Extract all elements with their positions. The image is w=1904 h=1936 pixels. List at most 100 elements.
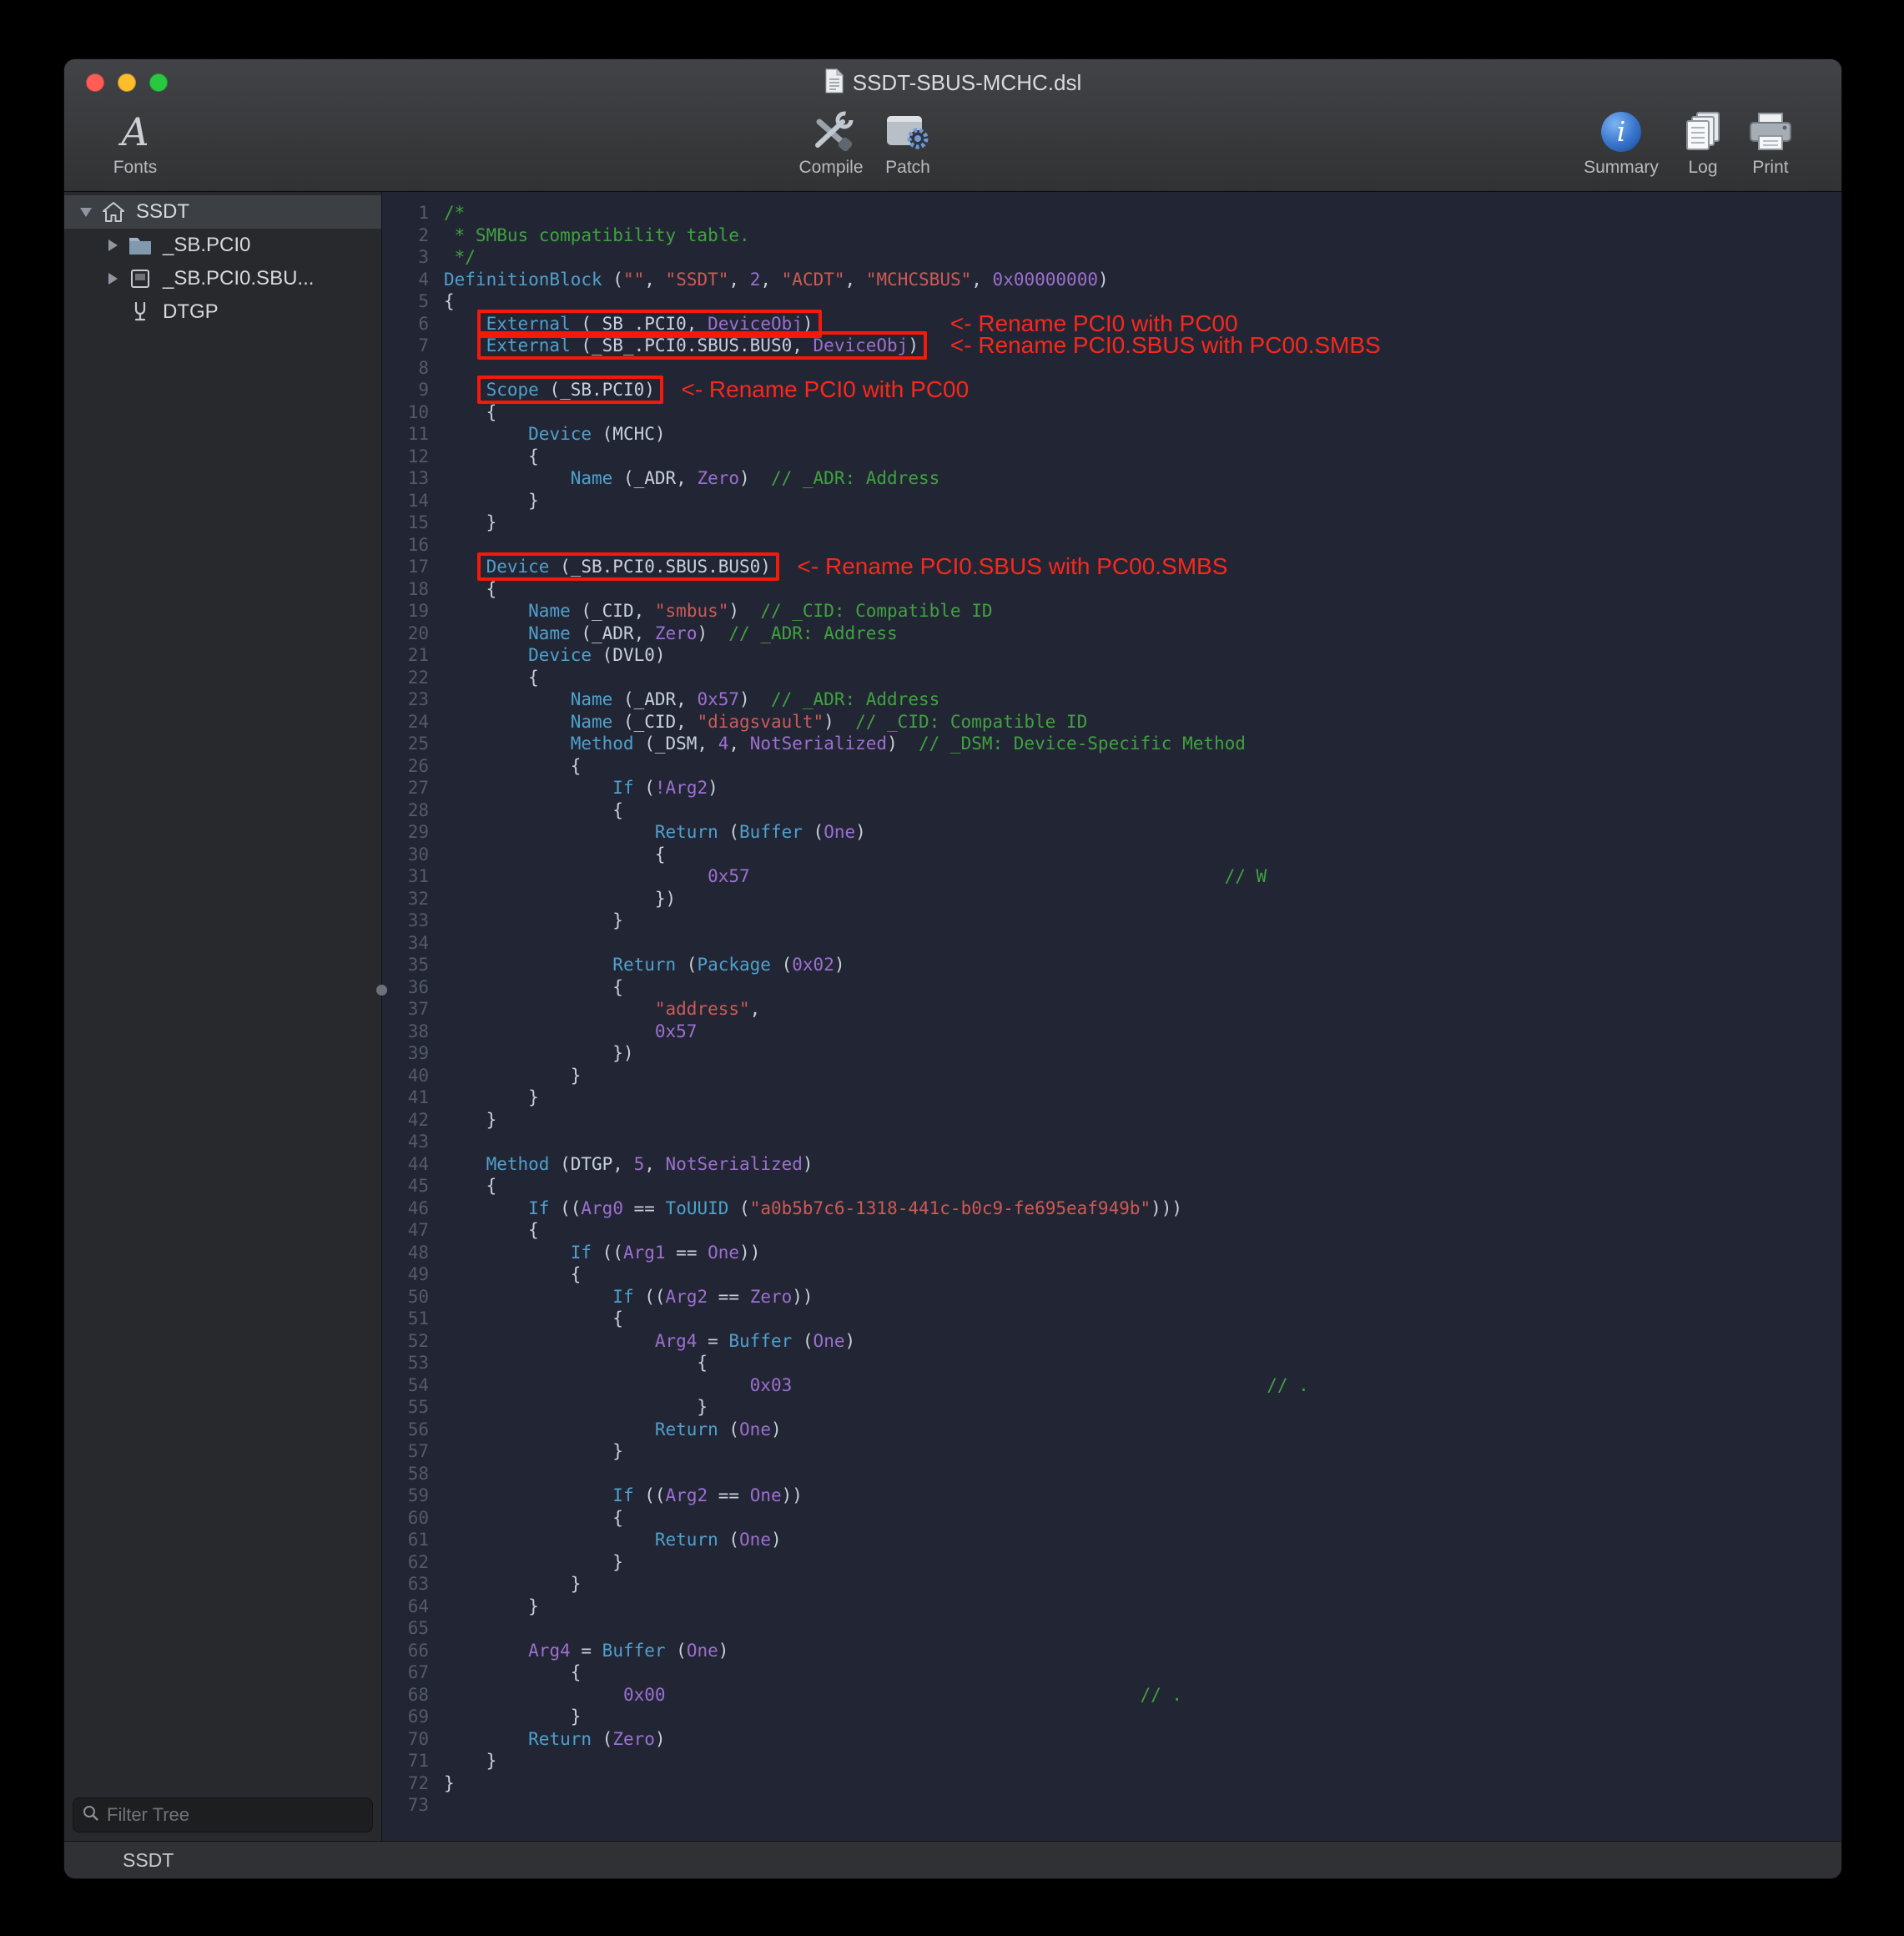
code-line: 54 0x03 // . [382,1374,1841,1397]
line-number: 47 [382,1219,429,1242]
disclosure-triangle[interactable] [101,262,124,295]
sidebar-item-ssdt[interactable]: SSDT [64,195,381,229]
code-line: 67 { [382,1661,1841,1684]
code-line: 63 } [382,1573,1841,1596]
line-number: 18 [382,578,429,601]
toolbar: A Fonts Compile [64,106,1841,191]
line-number: 29 [382,821,429,844]
code-line: 65 [382,1617,1841,1640]
method-icon [124,301,156,323]
code-line: 23 Name (_ADR, 0x57) // _ADR: Address [382,688,1841,711]
disclosure-triangle [101,295,124,329]
filter-tree-field[interactable]: Filter Tree [73,1797,373,1833]
line-number: 33 [382,910,429,932]
log-label: Log [1688,158,1717,178]
line-number: 2 [382,224,429,247]
line-number: 56 [382,1419,429,1441]
folder-icon [124,235,156,255]
line-number: 10 [382,401,429,424]
summary-label: Summary [1584,158,1659,178]
line-number: 3 [382,246,429,269]
line-number: 39 [382,1042,429,1065]
sidebar-item-sb-pci0-sbu[interactable]: _SB.PCI0.SBU... [64,262,381,295]
patch-button[interactable]: Patch [862,108,954,178]
line-number: 51 [382,1308,429,1330]
close-button[interactable] [86,73,104,92]
line-number: 20 [382,623,429,645]
line-number: 59 [382,1485,429,1507]
line-number: 73 [382,1794,429,1817]
summary-info-icon: i [1599,108,1644,156]
code-line: 64 } [382,1596,1841,1618]
code-line: 10 { [382,401,1841,424]
code-line: 55 } [382,1396,1841,1419]
line-number: 49 [382,1263,429,1286]
line-number: 35 [382,954,429,976]
code-line: 9 Scope (_SB.PCI0) [382,379,1841,401]
line-number: 52 [382,1330,429,1353]
code-editor[interactable]: 1/*2 * SMBus compatibility table.3 */4De… [382,192,1841,1841]
line-number: 22 [382,667,429,689]
disclosure-triangle[interactable] [74,195,98,229]
code-line: 4DefinitionBlock ("", "SSDT", 2, "ACDT",… [382,269,1841,291]
titlebar[interactable]: SSDT-SBUS-MCHC.dsl [64,59,1841,106]
line-number: 21 [382,644,429,667]
search-icon [82,1804,100,1827]
house-icon [98,200,129,224]
line-number: 28 [382,799,429,822]
svg-text:i: i [1617,115,1626,148]
sidebar-item-label: SSDT [136,200,189,224]
line-number: 37 [382,998,429,1021]
line-number: 38 [382,1021,429,1043]
code-line: 52 Arg4 = Buffer (One) [382,1330,1841,1353]
minimize-button[interactable] [118,73,136,92]
print-printer-icon [1746,108,1795,156]
code-line: 36 { [382,976,1841,999]
line-number: 36 [382,976,429,999]
code-line: 29 Return (Buffer (One) [382,821,1841,844]
fonts-button[interactable]: A Fonts [89,108,181,178]
line-number: 27 [382,777,429,799]
patch-window-gear-icon [884,108,931,156]
line-number: 58 [382,1463,429,1485]
title-group: SSDT-SBUS-MCHC.dsl [824,68,1081,98]
device-icon [124,268,156,290]
line-number: 4 [382,269,429,291]
zoom-button[interactable] [149,73,168,92]
line-number: 64 [382,1596,429,1618]
line-number: 24 [382,711,429,734]
line-number: 13 [382,467,429,490]
line-number: 69 [382,1706,429,1728]
code-line: 56 Return (One) [382,1419,1841,1441]
code-line: 27 If (!Arg2) [382,777,1841,799]
line-number: 68 [382,1684,429,1707]
sidebar-item-dtgp[interactable]: DTGP [64,295,381,329]
line-number: 57 [382,1440,429,1463]
code-line: 72} [382,1772,1841,1795]
sidebar-item-sb-pci0[interactable]: _SB.PCI0 [64,229,381,262]
line-number: 5 [382,290,429,313]
filter-placeholder: Filter Tree [107,1804,189,1826]
code-line: 35 Return (Package (0x02) [382,954,1841,976]
code-line: 45 { [382,1175,1841,1197]
code-line: 53 { [382,1352,1841,1374]
document-icon [824,68,844,98]
print-button[interactable]: Print [1725,108,1816,178]
code-line: 39 }) [382,1042,1841,1065]
line-number: 70 [382,1728,429,1751]
line-number: 61 [382,1529,429,1551]
line-number: 25 [382,733,429,755]
line-number: 67 [382,1661,429,1684]
code-line: 40 } [382,1065,1841,1087]
line-number: 12 [382,446,429,468]
code-lines: 1/*2 * SMBus compatibility table.3 */4De… [382,202,1841,1817]
main-content: SSDT _SB.PCI0_SB.PCI0.SBU...DTGP Filter T… [64,192,1841,1841]
line-number: 42 [382,1109,429,1132]
line-number: 50 [382,1286,429,1308]
splitter-handle[interactable] [376,985,387,996]
patch-label: Patch [885,158,930,178]
line-number: 17 [382,556,429,578]
disclosure-triangle[interactable] [101,229,124,262]
code-line: 26 { [382,755,1841,778]
summary-button[interactable]: i Summary [1571,108,1671,178]
